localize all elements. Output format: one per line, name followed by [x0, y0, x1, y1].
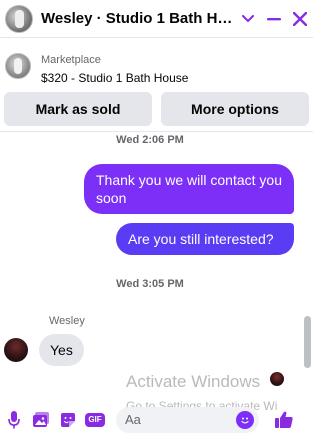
incoming-message[interactable]: Yes	[39, 334, 84, 366]
scrollbar[interactable]	[304, 316, 311, 368]
message-input-wrapper[interactable]	[116, 406, 259, 433]
listing-source: Marketplace	[41, 54, 101, 66]
emoji-icon[interactable]	[236, 410, 254, 429]
message-composer: GIF	[0, 404, 313, 435]
gif-label: GIF	[85, 412, 105, 427]
listing-title: $320 - Studio 1 Bath House	[41, 71, 189, 85]
sender-avatar[interactable]	[4, 338, 28, 362]
seen-indicator-avatar	[270, 372, 284, 386]
thumbs-up-icon[interactable]	[273, 409, 295, 431]
listing-thumbnail	[5, 53, 31, 79]
mark-as-sold-button[interactable]: Mark as sold	[4, 92, 152, 126]
watermark-title: Activate Windows	[126, 372, 261, 391]
marketplace-listing[interactable]: Marketplace $320 - Studio 1 Bath House	[0, 44, 313, 90]
sticker-icon[interactable]	[57, 409, 79, 431]
minimize-icon[interactable]	[261, 6, 287, 32]
microphone-icon[interactable]	[3, 409, 25, 431]
chat-title[interactable]: Wesley · Studio 1 Bath House	[41, 10, 236, 27]
outgoing-message[interactable]: Are you still interested?	[116, 223, 294, 255]
close-icon[interactable]	[287, 6, 313, 32]
listing-text: Marketplace $320 - Studio 1 Bath House	[41, 53, 188, 86]
outgoing-message[interactable]: Thank you we will contact you soon	[84, 164, 294, 214]
listing-actions: Mark as sold More options	[4, 92, 309, 126]
chat-header: Wesley · Studio 1 Bath House	[0, 0, 313, 38]
message-input[interactable]	[116, 406, 226, 433]
chevron-down-icon[interactable]	[235, 6, 261, 32]
message-timestamp: Wed 3:05 PM	[116, 278, 184, 290]
more-options-button[interactable]: More options	[161, 92, 309, 126]
listing-avatar[interactable]	[5, 4, 33, 33]
header-actions	[235, 0, 313, 38]
message-timestamp: Wed 2:06 PM	[116, 134, 184, 146]
gif-icon[interactable]: GIF	[84, 409, 106, 431]
image-icon[interactable]	[30, 409, 52, 431]
divider	[0, 131, 313, 132]
sender-name: Wesley	[49, 315, 85, 327]
